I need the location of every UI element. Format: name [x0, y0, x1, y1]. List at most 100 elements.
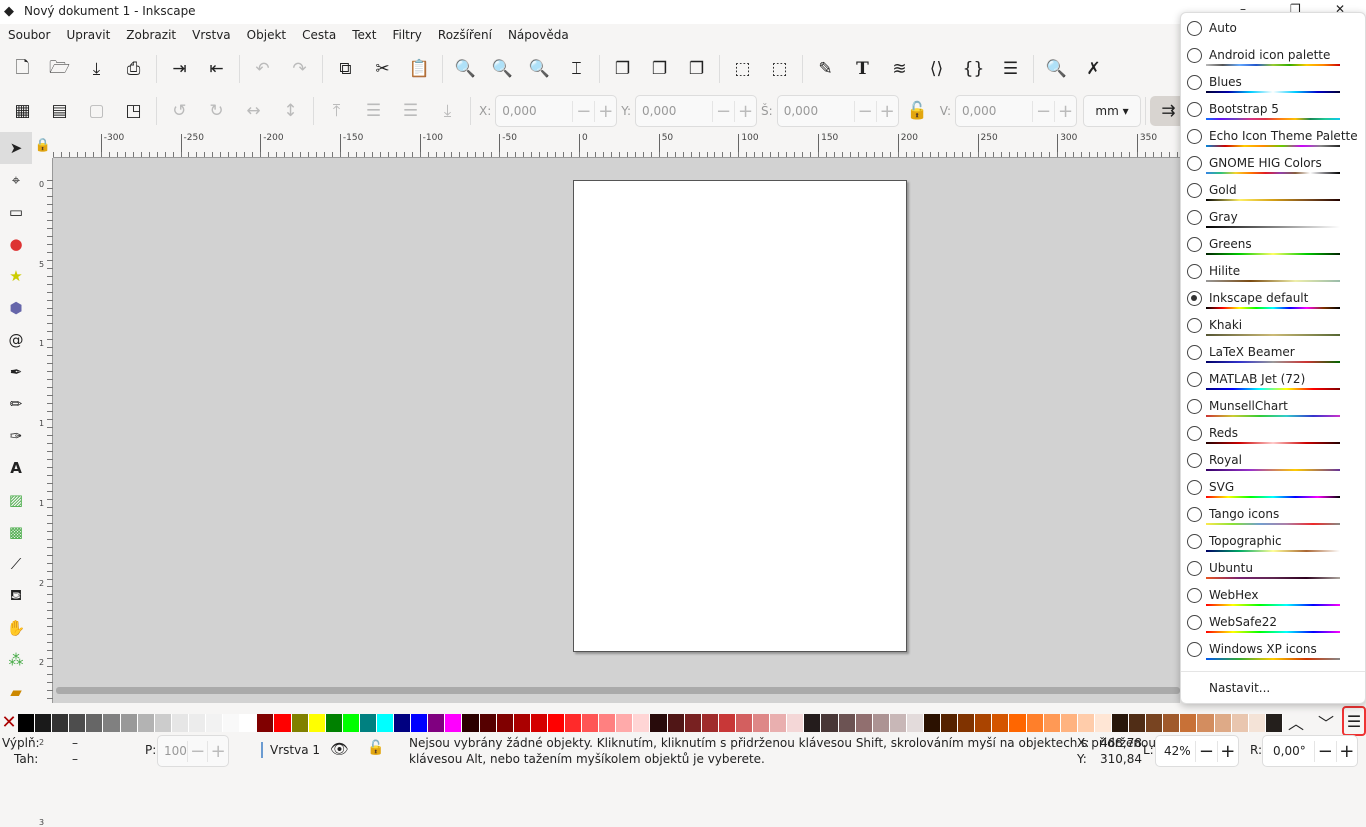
color-swatch[interactable] [941, 714, 959, 732]
radio-button[interactable] [1187, 453, 1202, 468]
open-folder-icon[interactable]: 🗁 [41, 54, 78, 84]
pencil-tool-icon[interactable]: ✏ [0, 388, 32, 420]
color-swatch[interactable] [753, 714, 771, 732]
horizontal-scrollbar[interactable] [56, 687, 1180, 694]
export-icon[interactable]: ⇤ [198, 54, 235, 84]
palette-menu-item[interactable]: Khaki [1181, 314, 1365, 341]
palette-menu-item[interactable]: Blues [1181, 71, 1365, 98]
radio-button[interactable] [1187, 48, 1202, 63]
color-swatch[interactable] [428, 714, 446, 732]
select-all-icon[interactable]: ▦ [4, 96, 41, 126]
color-swatch[interactable] [1248, 714, 1266, 732]
eraser-tool-icon[interactable]: ▰ [0, 676, 32, 708]
opacity-field[interactable]: 100− + [157, 735, 229, 767]
calligraphy-tool-icon[interactable]: ✑ [0, 420, 32, 452]
ungroup-icon[interactable]: ⬚ [761, 54, 798, 84]
unit-select[interactable]: mm ▾ [1083, 95, 1141, 127]
color-swatch[interactable] [274, 714, 292, 732]
star-tool-icon[interactable]: ★ [0, 260, 32, 292]
radio-button[interactable] [1187, 534, 1202, 549]
palette-menu-item[interactable]: Ubuntu [1181, 557, 1365, 584]
spiral-tool-icon[interactable]: @ [0, 324, 32, 356]
color-swatch[interactable] [257, 714, 275, 732]
color-swatch[interactable] [1197, 714, 1215, 732]
text-font-icon[interactable]: T [844, 54, 881, 84]
color-swatch[interactable] [240, 714, 258, 732]
width-field[interactable]: 0,000− + [776, 95, 899, 127]
color-swatch[interactable] [291, 714, 309, 732]
color-swatch[interactable] [821, 714, 839, 732]
color-swatch[interactable] [206, 714, 224, 732]
stroke-value[interactable]: – [72, 752, 78, 766]
lock-ratio-icon[interactable]: 🔓 [899, 96, 936, 126]
selectors-css-icon[interactable]: {} [955, 54, 992, 84]
color-swatch[interactable] [718, 714, 736, 732]
radio-button[interactable] [1187, 588, 1202, 603]
color-swatch[interactable] [906, 714, 924, 732]
align-distribute-icon[interactable]: ☰ [992, 54, 1029, 84]
color-swatch[interactable] [52, 714, 70, 732]
color-swatch[interactable] [69, 714, 87, 732]
palette-menu-item[interactable]: WebSafe22 [1181, 611, 1365, 638]
color-swatch[interactable] [616, 714, 634, 732]
color-swatch[interactable] [35, 714, 53, 732]
color-swatch[interactable] [513, 714, 531, 732]
radio-button[interactable] [1187, 75, 1202, 90]
palette-menu-item[interactable]: SVG [1181, 476, 1365, 503]
menu-vrstva[interactable]: Vrstva [184, 24, 239, 42]
color-swatch[interactable] [394, 714, 412, 732]
paste-icon[interactable]: 📋 [401, 54, 438, 84]
palette-menu-button[interactable]: ☰ [1342, 706, 1366, 736]
palette-menu-item[interactable]: Topographic [1181, 530, 1365, 557]
new-document-icon[interactable]: 🗋 [4, 54, 41, 84]
clone-icon[interactable]: ❐ [641, 54, 678, 84]
radio-button[interactable] [1187, 102, 1202, 117]
color-swatch[interactable] [1043, 714, 1061, 732]
radio-button[interactable] [1187, 264, 1202, 279]
palette-scroll-down-icon[interactable]: ﹀ [1318, 710, 1334, 734]
touch-select-icon[interactable]: ◳ [115, 96, 152, 126]
rotate-cw-icon[interactable]: ↻ [198, 96, 235, 126]
menu-upravit[interactable]: Upravit [58, 24, 118, 42]
color-swatch[interactable] [1009, 714, 1027, 732]
rotate-ccw-icon[interactable]: ↺ [161, 96, 198, 126]
save-download-icon[interactable]: ⤓ [78, 54, 115, 84]
color-swatch[interactable] [923, 714, 942, 732]
zoom-field[interactable]: 42% − + [1155, 735, 1239, 767]
color-swatch[interactable] [735, 714, 754, 732]
menu-napoveda[interactable]: Nápověda [500, 24, 577, 42]
cut-icon[interactable]: ✂ [364, 54, 401, 84]
lower-bottom-icon[interactable]: ⤓ [429, 96, 466, 126]
color-swatch[interactable] [411, 714, 429, 732]
palette-menu-item[interactable]: LaTeX Beamer [1181, 341, 1365, 368]
color-swatch[interactable] [975, 714, 993, 732]
radio-button[interactable] [1187, 21, 1202, 36]
color-swatch[interactable] [547, 714, 565, 732]
color-swatch[interactable] [223, 714, 241, 732]
duplicate-icon[interactable]: ❐ [604, 54, 641, 84]
color-swatch[interactable] [496, 714, 514, 732]
menu-text[interactable]: Text [344, 24, 384, 42]
radio-button[interactable] [1187, 426, 1202, 441]
color-swatch[interactable] [1265, 714, 1283, 732]
radio-button[interactable] [1187, 615, 1202, 630]
palette-menu-item[interactable]: Reds [1181, 422, 1365, 449]
color-swatch[interactable] [650, 714, 668, 732]
palette-menu-item[interactable]: MunsellChart [1181, 395, 1365, 422]
fill-stroke-icon[interactable]: ✎ [807, 54, 844, 84]
palette-menu-item[interactable]: Tango icons [1181, 503, 1365, 530]
zoom-page-width-icon[interactable]: ⌶ [558, 54, 595, 84]
redo-icon[interactable]: ↷ [281, 54, 318, 84]
menu-cesta[interactable]: Cesta [294, 24, 344, 42]
color-swatch[interactable] [838, 714, 856, 732]
palette-menu-item[interactable]: Greens [1181, 233, 1365, 260]
dropper-tool-icon[interactable]: ⟋ [0, 548, 32, 580]
layers-icon[interactable]: ≋ [881, 54, 918, 84]
color-swatch[interactable] [325, 714, 343, 732]
radio-button[interactable] [1187, 480, 1202, 495]
gradient-tool-icon[interactable]: ▨ [0, 484, 32, 516]
color-swatch[interactable] [872, 714, 890, 732]
radio-button[interactable] [1187, 345, 1202, 360]
color-swatch[interactable] [359, 714, 377, 732]
color-swatch[interactable] [479, 714, 497, 732]
